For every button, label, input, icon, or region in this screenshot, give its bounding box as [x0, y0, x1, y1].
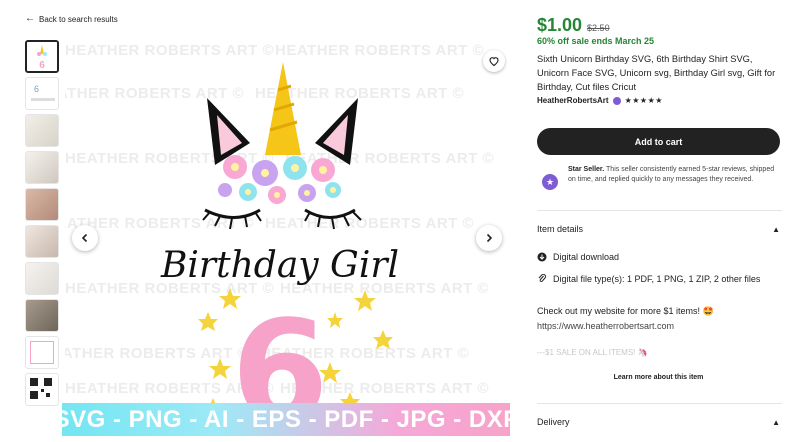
sale-text: 60% off sale ends March 25: [537, 36, 655, 46]
back-to-search-link[interactable]: ← Back to search results: [25, 14, 118, 24]
star-seller-icon: ★: [542, 174, 558, 190]
thumbnail-5[interactable]: [25, 188, 59, 221]
qr-code-icon: [30, 378, 52, 399]
star-seller-title: Star Seller.: [568, 166, 605, 173]
delivery-heading: Delivery: [537, 417, 570, 427]
listing-title: Sixth Unicorn Birthday SVG, 6th Birthday…: [537, 54, 776, 92]
rating-stars[interactable]: ★★★★★: [625, 96, 663, 105]
website-url: https://www.heatherrobertsart.com: [537, 321, 675, 331]
original-price: $2.50: [587, 23, 610, 33]
digital-download-label: Digital download: [553, 252, 620, 262]
flower-crown: [218, 155, 341, 204]
learn-more-button[interactable]: Learn more about this item: [537, 374, 780, 381]
file-types-label: Digital file type(s): 1 PDF, 1 PNG, 1 ZI…: [553, 274, 761, 284]
shop-name-link[interactable]: HeatherRobertsArt: [537, 96, 609, 105]
next-image-button[interactable]: [476, 225, 502, 251]
thumbnail-3[interactable]: [25, 114, 59, 147]
thumbnail-10[interactable]: [25, 373, 59, 406]
chevron-up-icon: ▲: [772, 224, 780, 234]
file-formats-banner: SVG - PNG - AI - EPS - PDF - JPG - DXF: [54, 403, 518, 436]
heart-icon: [489, 57, 499, 67]
chevron-right-icon: [486, 233, 493, 243]
back-link-label: Back to search results: [39, 14, 118, 24]
chevron-left-icon: [81, 233, 88, 243]
star-seller-info: ★ Star Seller. This seller consistently …: [537, 165, 782, 190]
svg-text:6: 6: [34, 84, 39, 94]
item-description: Check out my website for more $1 items! …: [537, 304, 782, 334]
download-icon: [537, 252, 547, 262]
delivery-toggle[interactable]: Delivery ▲: [537, 417, 780, 427]
previous-image-button[interactable]: [72, 225, 98, 251]
price-row: $1.00 $2.50: [537, 15, 610, 36]
add-to-cart-button[interactable]: Add to cart: [537, 128, 780, 155]
unicorn-thumb-icon: 6: [27, 42, 57, 71]
item-details-toggle[interactable]: Item details ▲: [537, 224, 780, 234]
sale-price: $1.00: [537, 15, 583, 35]
divider: [537, 210, 782, 211]
faded-description-line: ---$1 SALE ON ALL ITEMS! 🦄: [537, 348, 648, 357]
thumbnail-8[interactable]: [25, 299, 59, 332]
thumbnail-1[interactable]: 6: [25, 40, 59, 73]
svg-text:6: 6: [39, 60, 45, 71]
thumbnail-6[interactable]: [25, 225, 59, 258]
thumbnail-7[interactable]: [25, 262, 59, 295]
thumbnail-4[interactable]: [25, 151, 59, 184]
thumbnail-2[interactable]: 6: [25, 77, 59, 110]
paperclip-icon: [537, 274, 547, 284]
thumb-preview-icon: 6: [31, 84, 55, 101]
favorite-button[interactable]: [483, 50, 505, 72]
file-types-row: Digital file type(s): 1 PDF, 1 PNG, 1 ZI…: [537, 274, 760, 284]
description-line: Check out my website for more $1 items! …: [537, 306, 714, 316]
thumbnail-9[interactable]: [25, 336, 59, 369]
thumbnail-strip: 6 6: [25, 40, 59, 410]
main-listing-image: HEATHER ROBERTS ART © HEATHER ROBERTS AR…: [65, 40, 510, 435]
divider: [537, 403, 782, 404]
birthday-girl-text: Birthday Girl: [160, 245, 399, 286]
arrow-left-icon: ←: [25, 13, 35, 24]
digital-download-row: Digital download: [537, 252, 619, 262]
unicorn-artwork: Birthday Girl 6: [160, 62, 399, 435]
shop-row: HeatherRobertsArt ★★★★★: [537, 96, 663, 105]
star-seller-badge-icon: [612, 96, 621, 105]
item-details-heading: Item details: [537, 224, 584, 234]
chevron-up-icon: ▲: [772, 417, 780, 427]
